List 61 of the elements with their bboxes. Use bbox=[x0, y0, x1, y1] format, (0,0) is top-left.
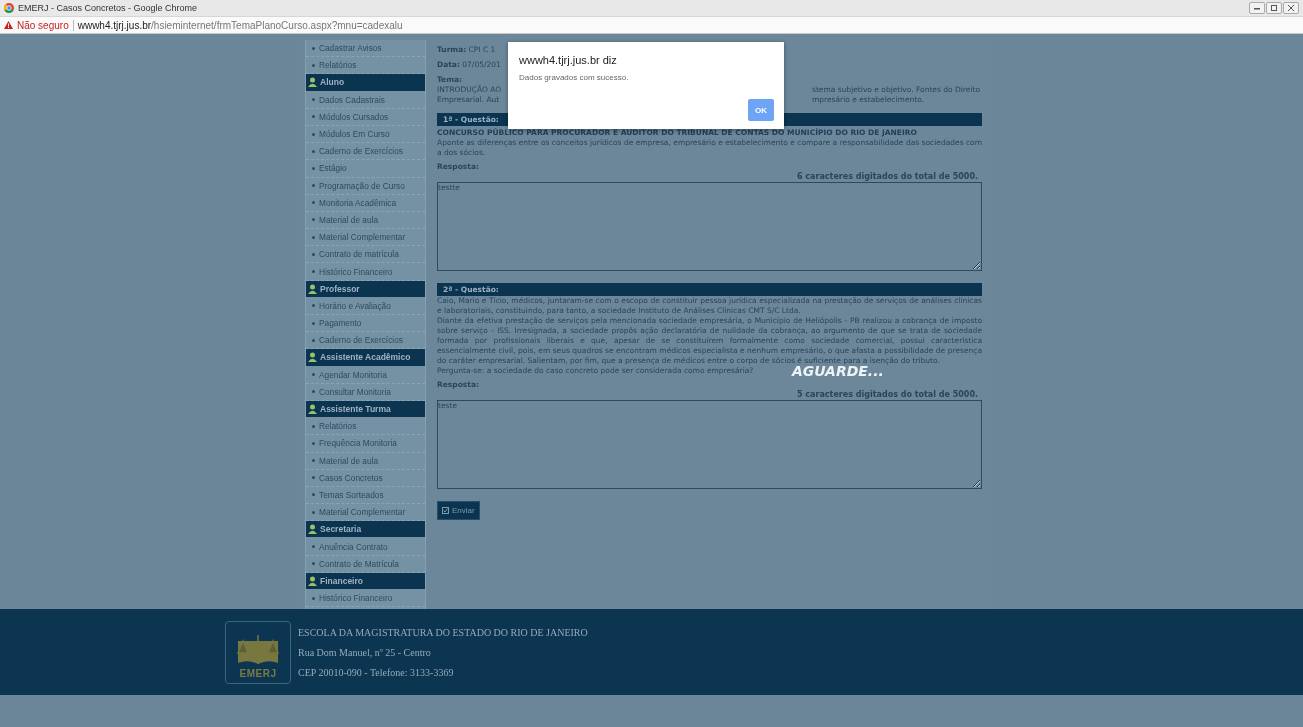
menu-item[interactable]: Material Complementar bbox=[306, 229, 425, 247]
footer-text: CEP 20010-090 - Telefone: 3133-3369 bbox=[298, 666, 455, 678]
menu-section-label: Aluno bbox=[320, 77, 345, 88]
loading-text: AGUARDE... bbox=[792, 366, 884, 377]
menu-item[interactable]: Módulos Em Curso bbox=[306, 125, 425, 144]
menu-item[interactable]: Horário e Avaliação bbox=[306, 297, 425, 315]
menu-item[interactable]: Estágio bbox=[306, 160, 425, 178]
ok-button[interactable]: OK bbox=[748, 99, 774, 121]
menu-section-label: Assistente Turma bbox=[320, 404, 391, 415]
menu-item[interactable]: Contrato de Matrícula bbox=[306, 555, 425, 573]
browser-logo-icon bbox=[4, 3, 14, 13]
menu-item[interactable]: Contrato de matrícula bbox=[306, 246, 425, 264]
user-icon bbox=[308, 283, 317, 294]
user-icon bbox=[308, 404, 317, 415]
not-secure-indicator[interactable]: Não seguro bbox=[4, 19, 69, 31]
menu-item[interactable]: Frequência Monitoria bbox=[306, 435, 425, 453]
footer-text: ESCOLA DA MAGISTRATURA DO ESTADO DO RIO DE JANEIRO bbox=[298, 626, 588, 638]
menu-section-label: Assistente Acadêmico bbox=[320, 352, 411, 363]
menu-item[interactable]: Caderno de Exercícios bbox=[306, 143, 425, 161]
menu-item[interactable]: Agendar Monitoria bbox=[306, 366, 425, 384]
menu-item[interactable]: Módulos Cursados bbox=[306, 108, 425, 126]
window-title: EMERJ - Casos Concretos - Google Chrome bbox=[18, 3, 198, 13]
user-icon bbox=[308, 352, 317, 363]
dialog-message: Dados gravados com sucesso. bbox=[519, 73, 630, 82]
footer-text: Rua Dom Manuel, nº 25 - Centro bbox=[298, 646, 432, 658]
menu-item[interactable]: Dados Cadastrais bbox=[306, 91, 425, 109]
dialog-title: wwwh4.tjrj.jus.br diz bbox=[519, 54, 618, 66]
checkbox-icon bbox=[442, 507, 449, 514]
minimize-button[interactable] bbox=[1249, 2, 1265, 14]
logo-text: EMERJ bbox=[239, 667, 277, 679]
maximize-button[interactable] bbox=[1266, 2, 1282, 14]
character-counter: 5 caracteres digitados do total de 5000. bbox=[797, 390, 979, 400]
user-icon bbox=[308, 77, 317, 88]
url-field[interactable]: wwwh4.tjrj.jus.br/hsieminternet/frmTemaPlanoCurso.aspx?mnu=cadexalu bbox=[77, 19, 403, 31]
menu-item[interactable]: Histórico Financeiro bbox=[306, 590, 425, 608]
menu-item[interactable]: Material de aula bbox=[306, 452, 425, 470]
menu-item[interactable]: Relatórios bbox=[306, 418, 425, 436]
menu-item[interactable]: Cadastrar Avisos bbox=[306, 40, 425, 58]
scales-book-icon bbox=[235, 632, 281, 667]
menu-item[interactable]: Casos Concretos bbox=[306, 469, 425, 487]
menu-item[interactable]: Programação de Curso bbox=[306, 177, 425, 195]
user-icon bbox=[308, 524, 317, 535]
warning-icon bbox=[4, 21, 13, 29]
menu-item[interactable]: Consultar Monitoria bbox=[306, 383, 425, 401]
character-counter: 6 caracteres digitados do total de 5000. bbox=[797, 172, 979, 182]
maximize-icon bbox=[1271, 5, 1277, 11]
menu-section-label: Professor bbox=[320, 283, 360, 294]
minimize-icon bbox=[1254, 6, 1260, 10]
close-icon bbox=[1288, 5, 1294, 11]
menu-item[interactable]: Material de aula bbox=[306, 211, 425, 230]
not-secure-label: Não seguro bbox=[17, 19, 69, 31]
menu-item[interactable]: Temas Sorteados bbox=[306, 486, 425, 505]
menu-item[interactable]: Pagamento bbox=[306, 315, 425, 333]
menu-section-label: Secretaria bbox=[320, 524, 362, 535]
menu-item[interactable]: Histórico Financeiro bbox=[306, 263, 425, 281]
menu-section-label: Financeiro bbox=[320, 575, 363, 586]
close-button[interactable] bbox=[1283, 2, 1299, 14]
menu-item[interactable]: Monitoria Acadêmica bbox=[306, 194, 425, 212]
user-icon bbox=[308, 575, 317, 586]
menu-item[interactable]: Anuência Contrato bbox=[306, 538, 425, 556]
send-button[interactable]: Enviar bbox=[437, 501, 480, 520]
